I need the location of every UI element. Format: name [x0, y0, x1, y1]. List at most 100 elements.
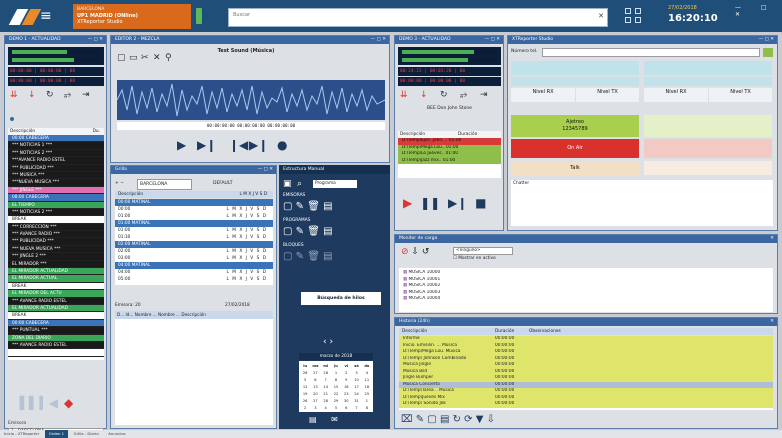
task-item[interactable]: Anuncios [104, 430, 129, 438]
calendar-day[interactable]: 22 [332, 391, 340, 396]
calendar[interactable]: lu ma mi ju vi sá do 26 27 28 1 2 3 4 5 6 7 8 9 10 11 12 13 14 1… [299, 361, 373, 412]
edit-icon[interactable]: ✎ [296, 201, 304, 212]
calendar-day[interactable]: 24 [352, 391, 360, 396]
play-next-icon[interactable]: ▶❙ [448, 196, 467, 210]
calendar-day[interactable]: 16 [342, 384, 350, 389]
talk-button[interactable]: Talk [511, 161, 639, 175]
down-icon[interactable]: ↓ [420, 90, 428, 100]
task-item[interactable]: Inicio - XTReporter [0, 430, 43, 438]
calendar-day[interactable]: 30 [342, 398, 350, 403]
close-icon[interactable]: — □ ✕ [88, 36, 103, 44]
phone-input[interactable] [542, 48, 760, 57]
chatter-box[interactable]: Chatter [511, 180, 773, 226]
calendar-day[interactable]: 17 [352, 384, 360, 389]
grid-rows[interactable]: 00:00 MATINAL 00:00 L M X J V S D 01:00 L M … [115, 199, 273, 285]
player2-list[interactable]: D:\Temp\Ejec. John. .. 01:00 D:\Temp\Mega… [398, 138, 501, 178]
calendar-day[interactable]: 29 [332, 398, 340, 403]
close-icon[interactable]: ✕ [770, 318, 774, 326]
down-icon[interactable]: ↓ [28, 90, 36, 100]
calendar-day[interactable]: 9 [342, 377, 350, 382]
play-next-icon[interactable]: ▶❙ [197, 138, 216, 152]
save-icon[interactable]: ▤ [323, 226, 332, 237]
calendar-day[interactable]: 28 [322, 398, 330, 403]
waveform[interactable] [116, 80, 386, 120]
new-icon[interactable]: ▢ [283, 201, 292, 212]
skip-icon[interactable]: ⇥ [480, 90, 488, 100]
settings-icon[interactable] [635, 17, 641, 23]
calendar-day[interactable]: 27 [311, 370, 319, 375]
mail-icon[interactable]: ✉ [331, 415, 338, 424]
list-item[interactable]: ***NUEVA MUSICA *** [8, 179, 104, 187]
calendar-day[interactable]: 4 [363, 370, 371, 375]
history-list[interactable]: Informe 00:00:00 Inicio. Emisión. ... Músi… [399, 336, 773, 410]
nivel-rx-2[interactable]: Nivel RX [644, 88, 708, 102]
table-row[interactable]: 04:00 L M X J V S D [115, 269, 273, 276]
calendar-day[interactable]: 14 [322, 384, 330, 389]
nivel-tx-2[interactable]: Nivel TX [709, 88, 772, 102]
calendar-day[interactable]: 3 [311, 405, 319, 410]
close-icon[interactable]: — □ ✕ [258, 166, 273, 174]
table-row[interactable]: 01:00 MATINAL [115, 220, 273, 227]
window-icon[interactable] [625, 8, 631, 14]
show-active-checkbox[interactable]: ☐ Mostrar en activo [453, 256, 496, 261]
task-item[interactable]: Orden 1 [44, 430, 69, 438]
station-selector[interactable]: BARCELONA UP1 MADRID (ONline) XTReporter… [73, 4, 191, 29]
search-threads-button[interactable]: Búsqueda de hilos [301, 292, 381, 305]
layout-icon[interactable] [635, 8, 641, 14]
close-icon[interactable]: ✕ [770, 235, 774, 243]
doc-icon[interactable]: ▢ [427, 414, 436, 425]
funnel-icon[interactable]: ▼ [476, 414, 484, 425]
record-icon[interactable]: ● [277, 138, 287, 152]
list-item[interactable]: BREAK [8, 216, 104, 224]
table-row[interactable]: D:\Temp\ Sonido Jok 00:00:00 [399, 401, 773, 408]
calendar-day[interactable]: 8 [363, 405, 371, 410]
delete-icon[interactable]: 🗑 [307, 251, 320, 262]
delete-icon[interactable]: 🗑 [307, 226, 320, 237]
export-icon[interactable]: ⇩ [487, 414, 495, 425]
window-controls[interactable]: — □ ✕ [735, 4, 782, 18]
load-icon[interactable]: ⇩ [411, 247, 419, 257]
stop-icon[interactable]: ■ [475, 196, 486, 210]
table-row[interactable]: 00:00 L M X J V S D [115, 206, 273, 213]
list-item[interactable]: EL MIRADOR ACTUALIDAD [8, 268, 104, 276]
nivel-tx-1[interactable]: Nivel TX [576, 88, 639, 102]
cue-icon[interactable]: ⇊ [10, 90, 18, 100]
table-row[interactable]: 02:00 MATINAL [115, 241, 273, 248]
table-row[interactable]: 00:00 MATINAL [115, 199, 273, 206]
list-item[interactable]: BREAK [8, 282, 104, 291]
list-item[interactable]: ▦ MUSICA 10004 [399, 296, 773, 303]
calendar-day[interactable]: 8 [332, 377, 340, 382]
calendar-day[interactable]: 20 [311, 391, 319, 396]
progress-dot[interactable] [10, 117, 14, 121]
new-icon[interactable]: ▢ [283, 251, 292, 262]
line-1[interactable] [511, 61, 639, 75]
calendar-day[interactable]: 12 [301, 384, 309, 389]
calendar-day[interactable]: 10 [352, 377, 360, 382]
list-item[interactable]: *** PUBLICIDAD *** [8, 238, 104, 246]
skip-icon[interactable]: ⇥ [82, 90, 90, 100]
calendar-day[interactable]: 21 [322, 391, 330, 396]
row-flags[interactable]: L M X J V S D [227, 276, 267, 283]
row-flags[interactable]: L M X J V S D [227, 234, 267, 241]
calendar-day[interactable]: 7 [322, 377, 330, 382]
filter-icon[interactable]: ⌧ [401, 414, 413, 425]
close-icon[interactable]: — □ ✕ [485, 36, 500, 44]
pin-icon[interactable]: ⚲ [165, 53, 172, 63]
search-icon[interactable]: ⌕ [297, 179, 302, 189]
row-flags[interactable]: L M X J V S D [227, 248, 267, 255]
search-input[interactable]: Buscar ✕ [228, 8, 608, 27]
list-item[interactable]: D:\Temp\Jazz mix.. 01:00 [398, 157, 501, 164]
list-item[interactable]: *** AVANCE RADIO ESTEL [8, 341, 104, 350]
list-item[interactable]: *** NOTICIAS 1 *** [8, 142, 104, 150]
row-flags[interactable]: L M X J V S D [227, 206, 267, 213]
open-icon[interactable]: ▭ [129, 53, 138, 63]
cue-icon[interactable]: ⇊ [400, 90, 408, 100]
table-row[interactable]: 02:00 L M X J V S D [115, 248, 273, 255]
list-item[interactable]: EL MIRADOR *** [8, 260, 104, 269]
list-item[interactable]: EL MIRADOR ACTUAL [8, 275, 104, 283]
dial-button[interactable] [763, 48, 773, 57]
list-item[interactable]: ***AVANCE RADIO ESTEL [8, 157, 104, 165]
record-icon[interactable]: ◆ [64, 396, 73, 410]
loader-dropdown[interactable]: <ninguno> [453, 247, 513, 255]
calendar-day[interactable]: 6 [311, 377, 319, 382]
